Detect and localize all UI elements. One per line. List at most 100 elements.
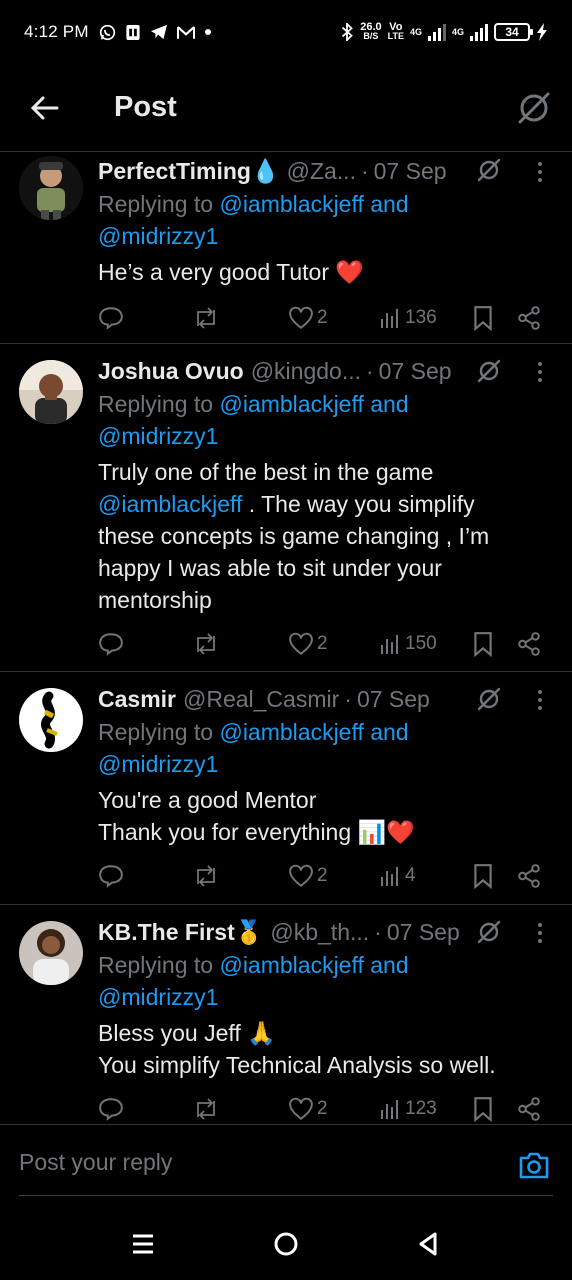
post-text-line: Truly one of the best in the game: [98, 459, 434, 485]
volte-bottom: LTE: [387, 31, 404, 41]
views-button[interactable]: 150: [380, 630, 437, 658]
post-text-line: You're a good Mentor: [98, 787, 317, 813]
status-time: 4:12 PM: [24, 22, 89, 41]
grok-icon[interactable]: [476, 686, 502, 712]
like-button[interactable]: 2: [288, 1095, 328, 1123]
post-actions: 2 136: [98, 288, 572, 348]
avatar-image: [19, 360, 83, 424]
share-icon: [518, 632, 540, 656]
network-type-1: 4G: [410, 27, 422, 37]
bookmark-button[interactable]: [472, 862, 494, 890]
replying-to-users[interactable]: @iamblackjeff and: [219, 391, 408, 417]
signal-icon-2: [470, 23, 488, 41]
arrow-left-icon: [31, 96, 59, 119]
reply-button[interactable]: [98, 304, 124, 332]
repost-button[interactable]: [192, 304, 220, 332]
avatar[interactable]: [19, 156, 83, 220]
grok-icon[interactable]: [476, 157, 502, 183]
views-icon: [381, 635, 398, 654]
avatar[interactable]: [19, 921, 83, 985]
home-icon: [274, 1232, 298, 1256]
view-count: 136: [405, 307, 437, 328]
more-options-icon[interactable]: [528, 688, 552, 712]
speed-unit: B/S: [363, 31, 379, 41]
post-actions: 2 4: [98, 846, 572, 906]
user-handle[interactable]: @kingdo...: [251, 358, 361, 385]
post-date[interactable]: 07 Sep: [374, 158, 447, 185]
replying-to-user-2[interactable]: @midrizzy1: [98, 423, 218, 449]
user-handle[interactable]: @kb_th...: [270, 919, 369, 946]
network-speed: 26.0 B/S: [360, 22, 381, 41]
repost-icon: [197, 865, 215, 887]
share-icon: [518, 864, 540, 888]
more-options-icon[interactable]: [528, 160, 552, 184]
replying-to-users[interactable]: @iamblackjeff and: [219, 952, 408, 978]
share-button[interactable]: [516, 1095, 542, 1123]
repost-button[interactable]: [192, 1095, 220, 1123]
repost-button[interactable]: [192, 630, 220, 658]
grok-icon[interactable]: [516, 90, 552, 126]
repost-icon: [197, 1098, 215, 1120]
post-body: He’s a very good Tutor ❤️: [98, 256, 572, 288]
user-handle[interactable]: @Real_Casmir: [183, 686, 339, 713]
heart-icon: [289, 864, 313, 887]
post-mention[interactable]: @iamblackjeff: [98, 491, 242, 517]
back-button[interactable]: [0, 64, 90, 152]
replying-to-user-2[interactable]: @midrizzy1: [98, 984, 218, 1010]
comment-icon: [99, 633, 123, 656]
more-options-icon[interactable]: [528, 360, 552, 384]
replying-to-users[interactable]: @iamblackjeff and: [219, 719, 408, 745]
notification-icons: [99, 24, 212, 41]
telegram-icon: [150, 24, 167, 40]
reply-post[interactable]: Casmir @Real_Casmir · 07 Sep Replying to…: [0, 672, 572, 905]
avatar[interactable]: [19, 688, 83, 752]
share-button[interactable]: [516, 630, 542, 658]
replying-to: Replying to @iamblackjeff and @midrizzy1: [98, 716, 572, 780]
views-icon: [381, 867, 398, 886]
back-nav-button[interactable]: [408, 1224, 448, 1264]
reply-post[interactable]: PerfectTiming 💧 @Za... · 07 Sep Replying…: [0, 152, 572, 344]
bookmark-button[interactable]: [472, 630, 494, 658]
post-date[interactable]: 07 Sep: [387, 919, 460, 946]
view-count: 4: [405, 865, 416, 886]
grok-icon[interactable]: [476, 919, 502, 945]
bookmark-button[interactable]: [472, 1095, 494, 1123]
post-date[interactable]: 07 Sep: [357, 686, 430, 713]
reply-post[interactable]: Joshua Ovuo @kingdo... · 07 Sep Replying…: [0, 344, 572, 672]
replying-to-user-2[interactable]: @midrizzy1: [98, 751, 218, 777]
share-button[interactable]: [516, 304, 542, 332]
replying-to-users[interactable]: @iamblackjeff and: [219, 191, 408, 217]
reply-input[interactable]: Post your reply: [19, 1149, 172, 1176]
sim-icon: [126, 24, 140, 40]
reply-post[interactable]: KB.The First 🥇 @kb_th... · 07 Sep Replyi…: [0, 905, 572, 1124]
post-text-line: these concepts is game changing , I’m: [98, 523, 490, 549]
avatar[interactable]: [19, 360, 83, 424]
like-button[interactable]: 2: [288, 862, 328, 890]
recents-button[interactable]: [123, 1224, 163, 1264]
home-button[interactable]: [266, 1224, 306, 1264]
views-button[interactable]: 123: [380, 1095, 437, 1123]
camera-icon[interactable]: [518, 1150, 550, 1180]
display-name[interactable]: Casmir: [98, 686, 176, 713]
views-button[interactable]: 4: [380, 862, 416, 890]
display-name[interactable]: KB.The First: [98, 919, 235, 946]
bluetooth-icon: [342, 23, 354, 41]
post-date[interactable]: 07 Sep: [379, 358, 452, 385]
dot-icon: [204, 29, 211, 35]
display-name[interactable]: Joshua Ovuo: [98, 358, 244, 385]
reply-button[interactable]: [98, 862, 124, 890]
reply-button[interactable]: [98, 630, 124, 658]
bookmark-button[interactable]: [472, 304, 494, 332]
user-handle[interactable]: @Za...: [287, 158, 356, 185]
grok-icon[interactable]: [476, 358, 502, 384]
replying-to-user-2[interactable]: @midrizzy1: [98, 223, 218, 249]
display-name[interactable]: PerfectTiming: [98, 158, 251, 185]
views-button[interactable]: 136: [380, 304, 437, 332]
like-button[interactable]: 2: [288, 630, 328, 658]
repost-button[interactable]: [192, 862, 220, 890]
like-button[interactable]: 2: [288, 304, 328, 332]
whatsapp-icon: [99, 24, 115, 40]
reply-button[interactable]: [98, 1095, 124, 1123]
more-options-icon[interactable]: [528, 921, 552, 945]
share-button[interactable]: [516, 862, 542, 890]
